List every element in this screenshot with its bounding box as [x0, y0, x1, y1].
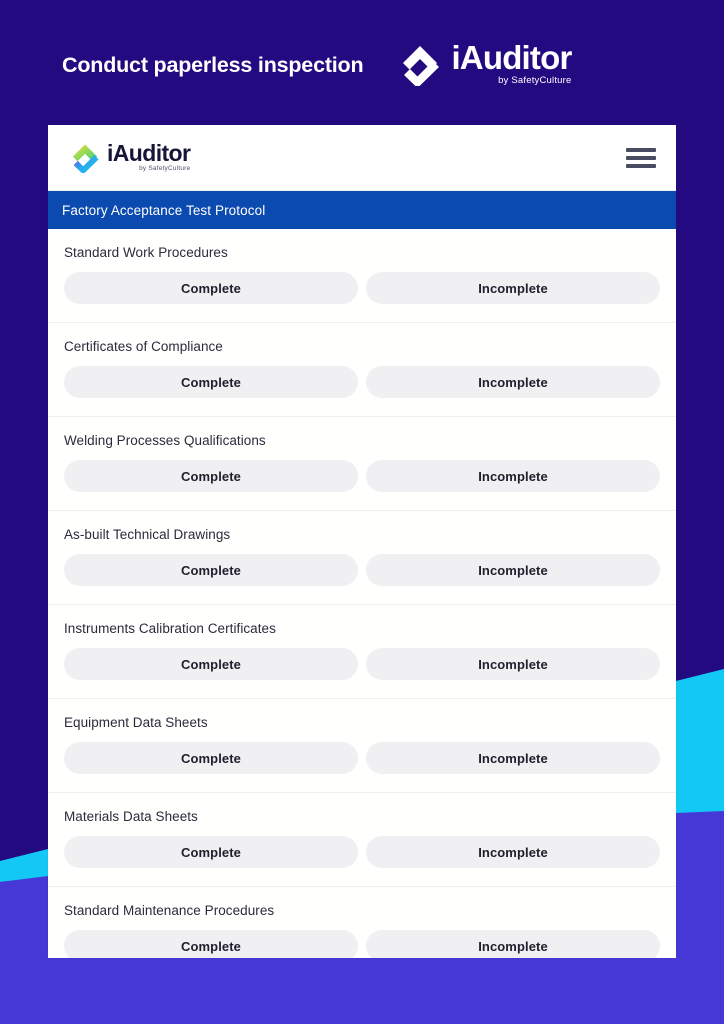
checklist-item-label: Certificates of Compliance	[64, 339, 223, 354]
choice-row: Complete Incomplete	[64, 554, 660, 586]
promo-headline: Conduct paperless inspection	[62, 53, 364, 77]
checklist-row: Standard Work Procedures Complete Incomple…	[48, 229, 676, 323]
promo-wordmark: iAuditor by SafetyCulture	[451, 39, 572, 87]
complete-button[interactable]: Complete	[64, 272, 358, 304]
incomplete-button[interactable]: Incomplete	[366, 272, 660, 304]
checklist-item-label: Equipment Data Sheets	[64, 715, 208, 730]
hamburger-bar	[626, 155, 656, 160]
checklist-item-label: Instruments Calibration Certificates	[64, 621, 276, 636]
choice-row: Complete Incomplete	[64, 272, 660, 304]
protocol-title-bar: Factory Acceptance Test Protocol	[48, 191, 676, 229]
checklist: Standard Work Procedures Complete Incomple…	[48, 229, 676, 958]
checklist-item-label: Welding Processes Qualifications	[64, 433, 266, 448]
checklist-row: Materials Data Sheets Complete Incomplete	[48, 793, 676, 887]
complete-button[interactable]: Complete	[64, 366, 358, 398]
app-header: iAuditor by SafetyCulture	[48, 125, 676, 191]
choice-row: Complete Incomplete	[64, 366, 660, 398]
checklist-row: Instruments Calibration Certificates Comp…	[48, 605, 676, 699]
hamburger-bar	[626, 163, 656, 168]
complete-button[interactable]: Complete	[64, 648, 358, 680]
app-screenshot-card: iAuditor by SafetyCulture Factory Accept…	[48, 125, 676, 958]
hamburger-bar	[626, 147, 656, 152]
checklist-item-label: Materials Data Sheets	[64, 809, 198, 824]
app-wordmark: iAuditor by SafetyCulture	[107, 140, 191, 173]
checklist-item-label: As-built Technical Drawings	[64, 527, 231, 542]
cyan-wedge-right-shape	[676, 669, 724, 816]
hamburger-menu-icon[interactable]	[626, 146, 656, 170]
checklist-item-label: Standard Work Procedures	[64, 245, 228, 260]
choice-row: Complete Incomplete	[64, 742, 660, 774]
checklist-row: Equipment Data Sheets Complete Incomplete	[48, 699, 676, 793]
incomplete-button[interactable]: Incomplete	[366, 366, 660, 398]
choice-row: Complete Incomplete	[64, 930, 660, 958]
complete-button[interactable]: Complete	[64, 742, 358, 774]
checklist-row: As-built Technical Drawings Complete Incom…	[48, 511, 676, 605]
incomplete-button[interactable]: Incomplete	[366, 742, 660, 774]
checklist-row: Certificates of Compliance Complete Incomp…	[48, 323, 676, 417]
complete-button[interactable]: Complete	[64, 460, 358, 492]
promo-page: Conduct paperless inspection iAuditor by…	[0, 0, 724, 1024]
iauditor-diamond-check-icon	[399, 44, 441, 88]
promo-logo-name: iAuditor	[451, 39, 572, 76]
incomplete-button[interactable]: Incomplete	[366, 930, 660, 958]
choice-row: Complete Incomplete	[64, 836, 660, 868]
app-logo[interactable]: iAuditor by SafetyCulture	[70, 140, 191, 174]
complete-button[interactable]: Complete	[64, 554, 358, 586]
complete-button[interactable]: Complete	[64, 836, 358, 868]
choice-row: Complete Incomplete	[64, 460, 660, 492]
choice-row: Complete Incomplete	[64, 648, 660, 680]
checklist-row: Standard Maintenance Procedures Complete I…	[48, 887, 676, 958]
checklist-row: Welding Processes Qualifications Complete…	[48, 417, 676, 511]
incomplete-button[interactable]: Incomplete	[366, 460, 660, 492]
iauditor-diamond-check-icon	[70, 143, 100, 174]
promo-header: Conduct paperless inspection iAuditor by…	[0, 0, 724, 125]
incomplete-button[interactable]: Incomplete	[366, 554, 660, 586]
promo-logo: iAuditor by SafetyCulture	[399, 39, 572, 88]
incomplete-button[interactable]: Incomplete	[366, 836, 660, 868]
complete-button[interactable]: Complete	[64, 930, 358, 958]
protocol-title: Factory Acceptance Test Protocol	[62, 202, 266, 218]
incomplete-button[interactable]: Incomplete	[366, 648, 660, 680]
app-logo-name: iAuditor	[107, 140, 191, 166]
checklist-item-label: Standard Maintenance Procedures	[64, 903, 275, 918]
promo-logo-tagline: by SafetyCulture	[498, 75, 572, 86]
